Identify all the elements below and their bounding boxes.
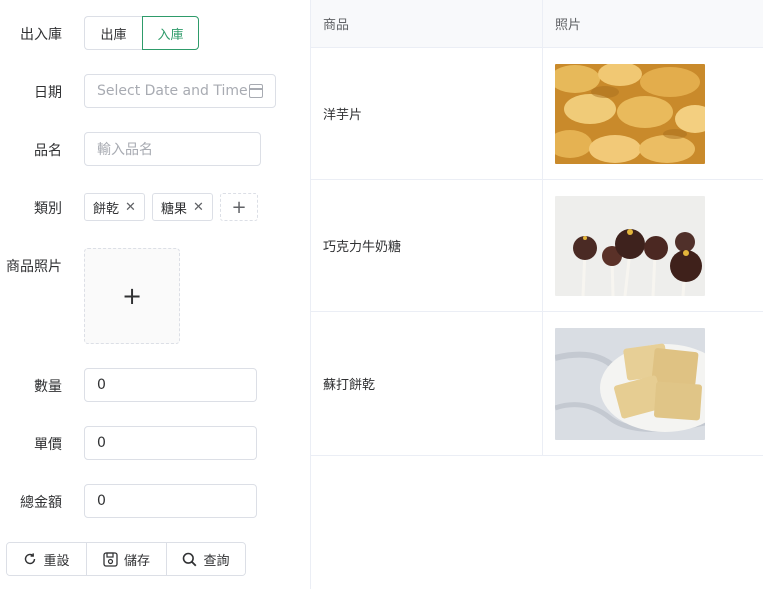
direction-label: 出入庫 [20,27,62,43]
reset-label: 重設 [43,553,70,569]
category-tag-label: 餅乾 [93,201,120,217]
query-button[interactable]: 查詢 [166,543,245,575]
save-label: 儲存 [123,553,150,569]
unit-price-label: 單價 [34,437,62,453]
search-icon [183,552,197,566]
product-name: 巧克力牛奶糖 [311,180,543,311]
date-picker[interactable]: Select Date and Time [84,74,276,108]
category-tag: 糖果 ✕ [152,193,213,221]
chocolate-cake-pops-photo [555,195,705,296]
name-input[interactable]: 輸入品名 [84,132,261,166]
unit-price-value: 0 [97,435,106,451]
photo-cell [543,48,763,179]
product-name: 蘇打餅乾 [311,312,543,455]
close-icon[interactable]: ✕ [125,200,136,215]
category-tag: 餅乾 ✕ [84,193,145,221]
calendar-icon [249,84,263,98]
radio-inbound[interactable]: 入庫 [142,16,199,50]
photo-label: 商品照片 [6,259,62,275]
date-label: 日期 [34,85,62,101]
date-placeholder: Select Date and Time [97,83,248,99]
quantity-input[interactable]: 0 [84,368,257,402]
table-row[interactable]: 巧克力牛奶糖 [311,180,763,312]
table-row[interactable]: 洋芋片 [311,48,763,180]
photo-cell [543,180,763,311]
header-product: 商品 [311,0,543,47]
action-button-group: 重設 儲存 查詢 [6,542,246,576]
save-icon [103,551,118,567]
direction-radio-group: 出庫 入庫 [84,16,199,50]
plus-icon: + [121,282,143,310]
unit-price-input[interactable]: 0 [84,426,257,460]
name-label: 品名 [34,143,62,159]
table-header: 商品 照片 [311,0,763,48]
potato-chips-photo [555,63,705,164]
name-placeholder: 輸入品名 [97,142,153,158]
refresh-icon [25,553,36,565]
product-table: 商品 照片 洋芋片 巧克力牛奶糖 蘇打餅乾 [311,0,763,456]
add-tag-button[interactable]: + [220,193,258,221]
quantity-label: 數量 [34,379,62,395]
query-label: 查詢 [203,553,230,569]
total-value: 0 [97,493,106,509]
close-icon[interactable]: ✕ [193,200,204,215]
header-photo: 照片 [555,18,582,33]
soda-crackers-photo [555,327,705,440]
plus-icon: + [231,196,247,218]
quantity-value: 0 [97,377,106,393]
category-tag-label: 糖果 [161,201,188,217]
photo-upload[interactable]: + [84,248,180,344]
product-name: 洋芋片 [311,48,543,179]
photo-cell [543,312,763,455]
save-button[interactable]: 儲存 [86,543,166,575]
category-label: 類別 [34,201,62,217]
reset-button[interactable]: 重設 [7,543,86,575]
table-row[interactable]: 蘇打餅乾 [311,312,763,456]
total-label: 總金額 [20,495,62,511]
radio-outbound[interactable]: 出庫 [84,16,142,50]
total-input[interactable]: 0 [84,484,257,518]
